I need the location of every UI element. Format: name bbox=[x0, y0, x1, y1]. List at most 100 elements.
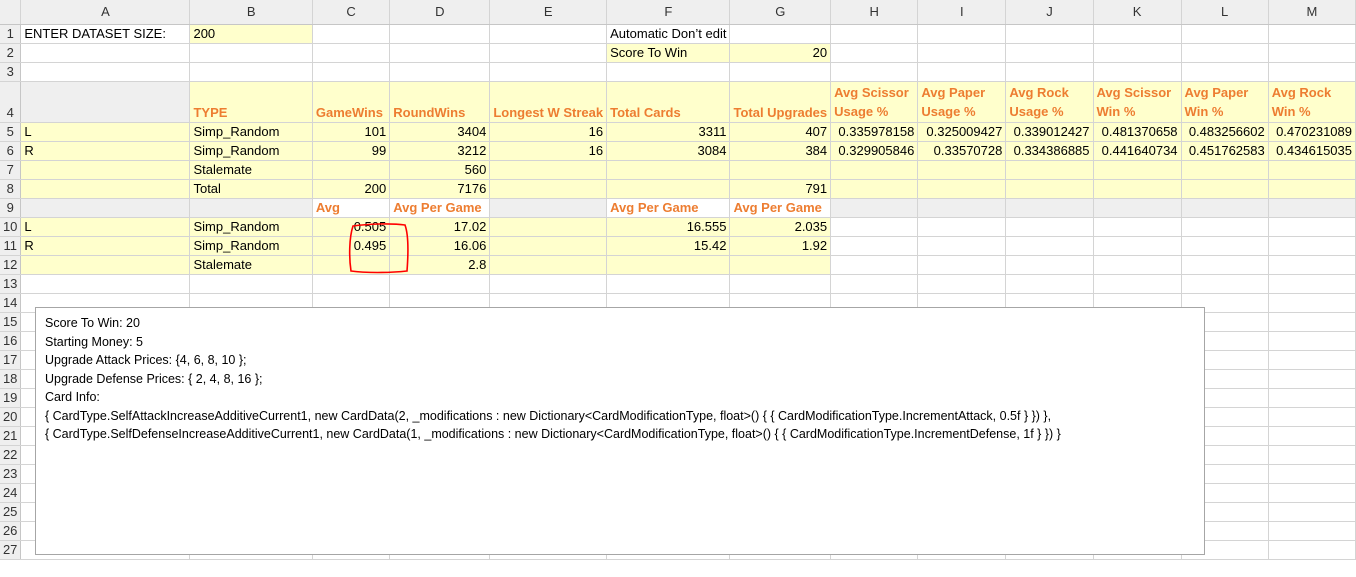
cell-g3[interactable] bbox=[729, 62, 832, 82]
cell-h11[interactable] bbox=[830, 236, 919, 256]
cell-f3[interactable] bbox=[606, 62, 731, 82]
cell-l2[interactable] bbox=[1181, 43, 1269, 63]
cell-m20[interactable] bbox=[1268, 407, 1356, 427]
cell-c10[interactable]: 0.505 bbox=[312, 217, 391, 237]
cell-i11[interactable] bbox=[917, 236, 1007, 256]
row-header[interactable]: 6 bbox=[0, 141, 22, 161]
cell-c2[interactable] bbox=[312, 43, 391, 63]
cell-k12[interactable] bbox=[1093, 255, 1182, 275]
cell-h12[interactable] bbox=[830, 255, 919, 275]
cell-h4[interactable]: Avg Scissor Usage % bbox=[830, 81, 919, 123]
row-header[interactable]: 1 bbox=[0, 24, 22, 44]
cell-b13[interactable] bbox=[189, 274, 313, 294]
cell-e9[interactable] bbox=[489, 198, 608, 218]
cell-e8[interactable] bbox=[489, 179, 608, 199]
cell-m7[interactable] bbox=[1268, 160, 1356, 180]
cell-c4[interactable]: GameWins bbox=[312, 81, 391, 123]
cell-m11[interactable] bbox=[1268, 236, 1356, 256]
row-header[interactable]: 20 bbox=[0, 407, 22, 427]
cell-b9[interactable] bbox=[189, 198, 313, 218]
cell-m13[interactable] bbox=[1268, 274, 1356, 294]
cell-j9[interactable] bbox=[1005, 198, 1094, 218]
row-header[interactable]: 23 bbox=[0, 464, 22, 484]
cell-m27[interactable] bbox=[1268, 540, 1356, 560]
row-header[interactable]: 17 bbox=[0, 350, 22, 370]
cell-m10[interactable] bbox=[1268, 217, 1356, 237]
cell-f5[interactable]: 3311 bbox=[606, 122, 731, 142]
cell-l4[interactable]: Avg Paper Win % bbox=[1181, 81, 1269, 123]
cell-d5[interactable]: 3404 bbox=[389, 122, 491, 142]
cell-l9[interactable] bbox=[1181, 198, 1269, 218]
cell-k10[interactable] bbox=[1093, 217, 1182, 237]
row-header[interactable]: 16 bbox=[0, 331, 22, 351]
cell-g6[interactable]: 384 bbox=[729, 141, 832, 161]
cell-b2[interactable] bbox=[189, 43, 313, 63]
cell-k3[interactable] bbox=[1093, 62, 1182, 82]
cell-h1[interactable] bbox=[830, 24, 919, 44]
cell-k6[interactable]: 0.441640734 bbox=[1093, 141, 1182, 161]
cell-c9[interactable]: Avg bbox=[312, 198, 391, 218]
cell-m21[interactable] bbox=[1268, 426, 1356, 446]
cell-c6[interactable]: 99 bbox=[312, 141, 391, 161]
cell-m19[interactable] bbox=[1268, 388, 1356, 408]
cell-k7[interactable] bbox=[1093, 160, 1182, 180]
cell-j13[interactable] bbox=[1005, 274, 1094, 294]
row-header[interactable]: 19 bbox=[0, 388, 22, 408]
cell-m24[interactable] bbox=[1268, 483, 1356, 503]
cell-c1[interactable] bbox=[312, 24, 391, 44]
row-header[interactable]: 4 bbox=[0, 81, 22, 123]
cell-f7[interactable] bbox=[606, 160, 731, 180]
cell-f6[interactable]: 3084 bbox=[606, 141, 731, 161]
cell-b7[interactable]: Stalemate bbox=[189, 160, 313, 180]
column-header-k[interactable]: K bbox=[1093, 0, 1182, 25]
cell-i3[interactable] bbox=[917, 62, 1007, 82]
cell-d12[interactable]: 2.8 bbox=[389, 255, 491, 275]
cell-m2[interactable] bbox=[1268, 43, 1356, 63]
cell-a3[interactable] bbox=[20, 62, 191, 82]
cell-f8[interactable] bbox=[606, 179, 731, 199]
cell-d11[interactable]: 16.06 bbox=[389, 236, 491, 256]
cell-k4[interactable]: Avg Scissor Win % bbox=[1093, 81, 1182, 123]
row-header[interactable]: 2 bbox=[0, 43, 22, 63]
column-header-e[interactable]: E bbox=[489, 0, 608, 25]
cell-j10[interactable] bbox=[1005, 217, 1094, 237]
cell-j11[interactable] bbox=[1005, 236, 1094, 256]
cell-c12[interactable] bbox=[312, 255, 391, 275]
cell-h9[interactable] bbox=[830, 198, 919, 218]
row-header[interactable]: 5 bbox=[0, 122, 22, 142]
cell-j12[interactable] bbox=[1005, 255, 1094, 275]
cell-f12[interactable] bbox=[606, 255, 731, 275]
column-header-m[interactable]: M bbox=[1268, 0, 1356, 25]
column-header-c[interactable]: C bbox=[312, 0, 391, 25]
row-header[interactable]: 7 bbox=[0, 160, 22, 180]
cell-g1[interactable] bbox=[729, 24, 832, 44]
row-header[interactable]: 26 bbox=[0, 521, 22, 541]
cell-e6[interactable]: 16 bbox=[489, 141, 608, 161]
cell-f13[interactable] bbox=[606, 274, 731, 294]
cell-h3[interactable] bbox=[830, 62, 919, 82]
cell-m9[interactable] bbox=[1268, 198, 1356, 218]
cell-g9[interactable]: Avg Per Game bbox=[729, 198, 832, 218]
cell-h10[interactable] bbox=[830, 217, 919, 237]
row-header[interactable]: 18 bbox=[0, 369, 22, 389]
cell-m14[interactable] bbox=[1268, 293, 1356, 313]
select-all-corner[interactable] bbox=[0, 0, 22, 25]
cell-m15[interactable] bbox=[1268, 312, 1356, 332]
cell-m12[interactable] bbox=[1268, 255, 1356, 275]
cell-f10[interactable]: 16.555 bbox=[606, 217, 731, 237]
row-header[interactable]: 11 bbox=[0, 236, 22, 256]
cell-h5[interactable]: 0.335978158 bbox=[830, 122, 919, 142]
cell-d7[interactable]: 560 bbox=[389, 160, 491, 180]
cell-m18[interactable] bbox=[1268, 369, 1356, 389]
cell-c13[interactable] bbox=[312, 274, 391, 294]
cell-a8[interactable] bbox=[20, 179, 191, 199]
cell-e13[interactable] bbox=[489, 274, 608, 294]
cell-l5[interactable]: 0.483256602 bbox=[1181, 122, 1269, 142]
cell-d6[interactable]: 3212 bbox=[389, 141, 491, 161]
cell-l6[interactable]: 0.451762583 bbox=[1181, 141, 1269, 161]
cell-b1[interactable]: 200 bbox=[189, 24, 313, 44]
column-header-g[interactable]: G bbox=[729, 0, 832, 25]
cell-i8[interactable] bbox=[917, 179, 1007, 199]
cell-m6[interactable]: 0.434615035 bbox=[1268, 141, 1356, 161]
cell-i13[interactable] bbox=[917, 274, 1007, 294]
